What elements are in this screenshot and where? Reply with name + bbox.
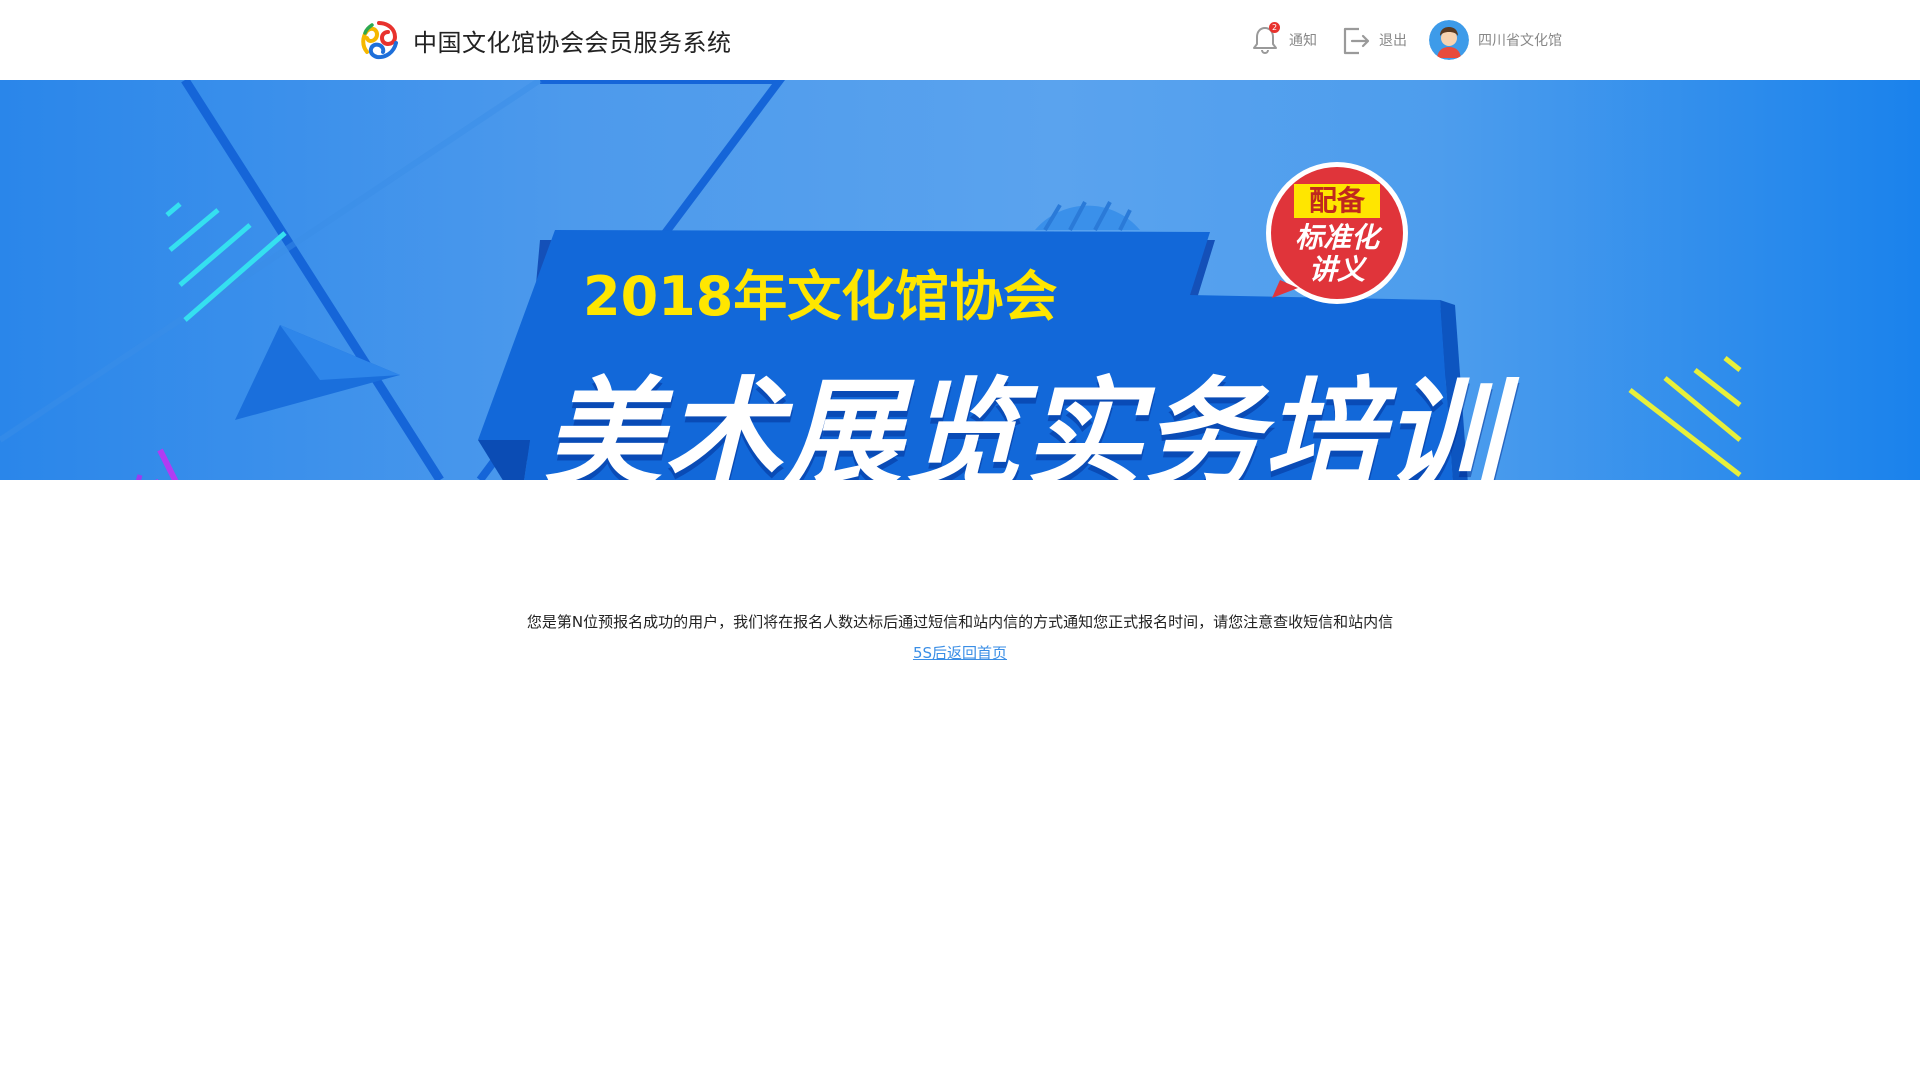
logout-icon: [1343, 27, 1370, 55]
system-title: 中国文化馆协会会员服务系统: [413, 28, 732, 57]
header-actions: 2 通知 退出 四川省文化馆: [1227, 20, 1562, 60]
notification-button[interactable]: 2 通知: [1249, 22, 1317, 56]
main-content: 您是第N位预报名成功的用户，我们将在报名人数达标后通过短信和站内信的方式通知您正…: [0, 480, 1920, 663]
logout-icon-wrap: [1339, 24, 1371, 56]
user-menu[interactable]: 四川省文化馆: [1429, 20, 1562, 60]
top-header: 中国文化馆协会会员服务系统 2 通知 退出 四川省文化馆: [0, 0, 1920, 80]
user-name: 四川省文化馆: [1478, 33, 1562, 49]
bubble-line-2: 讲义: [1308, 253, 1365, 286]
registration-message: 您是第N位预报名成功的用户，我们将在报名人数达标后通过短信和站内信的方式通知您正…: [526, 613, 1394, 631]
banner-subtitle: 2018年文化馆协会: [583, 265, 1058, 328]
association-logo-icon: [361, 21, 398, 60]
header-inner: 中国文化馆协会会员服务系统 2 通知 退出 四川省文化馆: [358, 0, 1562, 80]
logout-label: 退出: [1379, 33, 1407, 49]
back-home-link[interactable]: 5S后返回首页: [913, 642, 1007, 663]
notification-badge: 2: [1269, 22, 1280, 33]
logout-button[interactable]: 退出: [1339, 24, 1407, 56]
bell-icon-wrap: 2: [1249, 22, 1281, 56]
user-avatar: [1429, 20, 1469, 60]
brand[interactable]: 中国文化馆协会会员服务系统: [358, 19, 732, 61]
bubble-tag: 配备: [1294, 184, 1380, 218]
banner-title: 美术展览实务培训: [544, 365, 1505, 480]
bubble-line-1: 标准化: [1294, 221, 1379, 254]
training-banner: 2018年文化馆协会 美术展览实务培训 配备 标准化 讲义: [0, 80, 1920, 480]
notification-label: 通知: [1289, 33, 1317, 49]
